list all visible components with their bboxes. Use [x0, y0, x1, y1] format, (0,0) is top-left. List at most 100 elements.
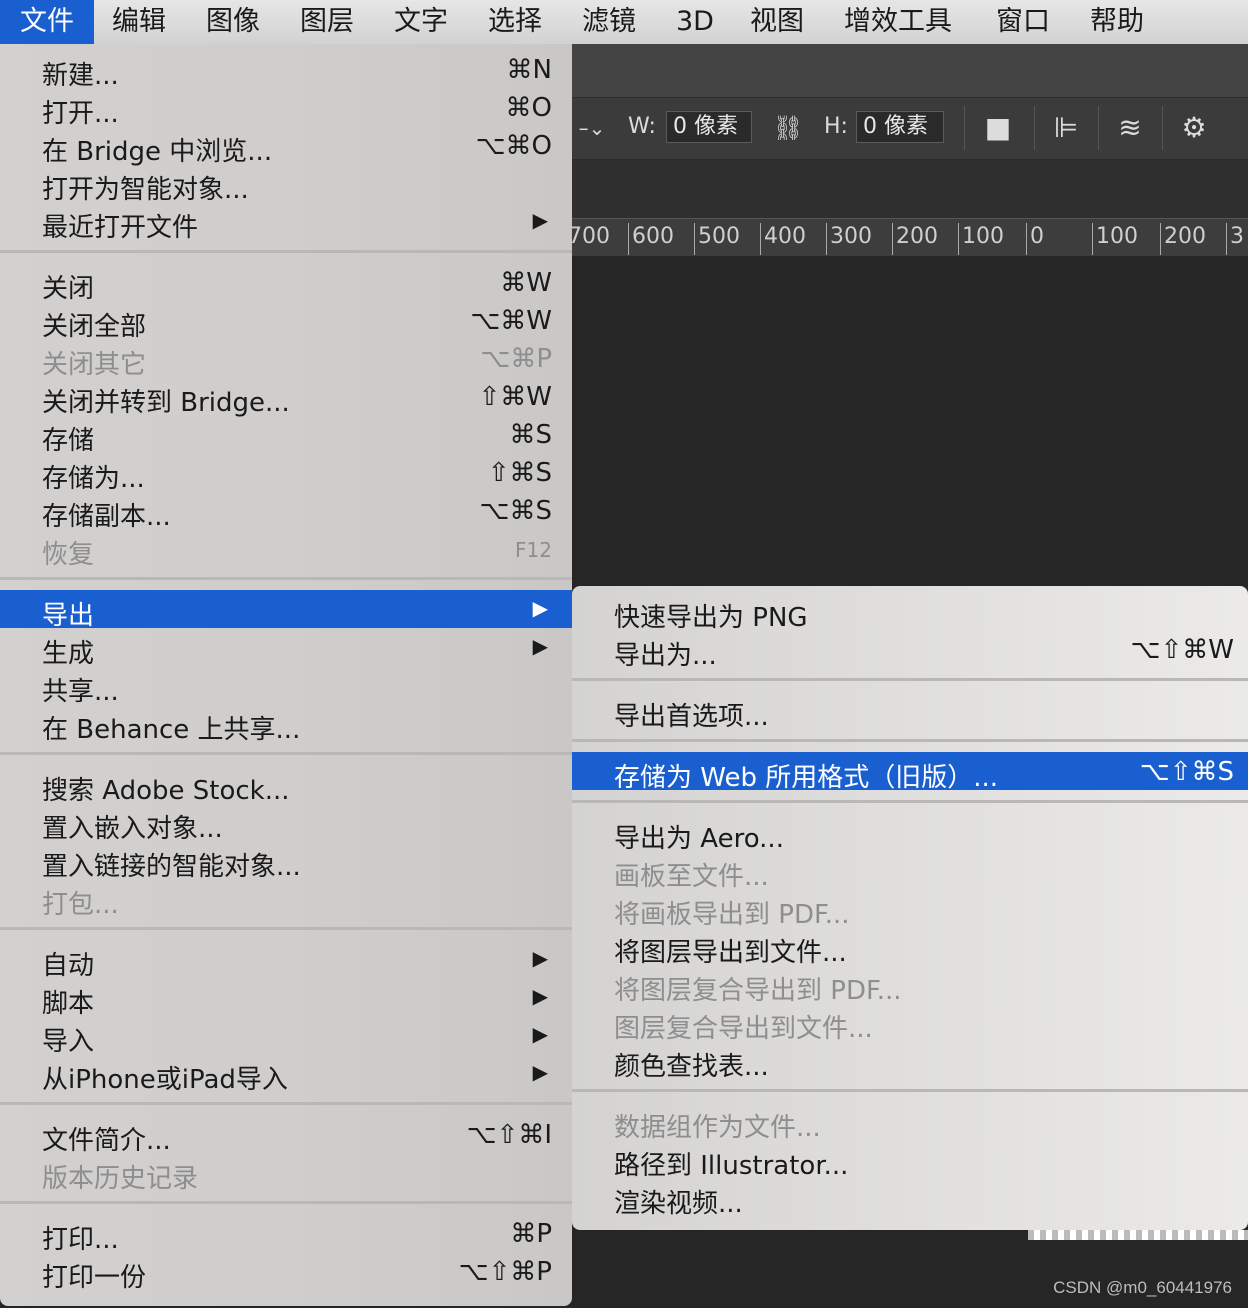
file_menu-item[interactable]: 在 Behance 上共享...	[0, 704, 572, 745]
file_menu-item-label: 存储为...	[42, 464, 145, 494]
height-label: H:	[824, 114, 848, 139]
export_menu-item[interactable]: 导出为... ⌥⇧⌘W	[572, 630, 1248, 671]
export_menu-item[interactable]: 快速导出为 PNG	[572, 592, 1248, 633]
file_menu-item-shortcut: ⌥⇧⌘I	[466, 1120, 552, 1150]
export_menu-item[interactable]: 颜色查找表...	[572, 1041, 1248, 1082]
export_menu-item[interactable]: 导出首选项...	[572, 691, 1248, 732]
menubar-window[interactable]: 窗口	[996, 0, 1050, 44]
ruler-tick: 500	[694, 223, 740, 255]
export_menu-item-label: 快速导出为 PNG	[614, 603, 808, 633]
menubar-help[interactable]: 帮助	[1090, 0, 1144, 44]
file_menu-item-shortcut: ⌘O	[505, 93, 552, 123]
file_menu-item[interactable]: 关闭 ⌘W	[0, 263, 572, 304]
file_menu-item[interactable]: 共享...	[0, 666, 572, 707]
export_menu-item-label: 画板至文件...	[614, 862, 769, 892]
file_menu-item[interactable]: 生成 ▶	[0, 628, 572, 669]
file_menu-item-label: 从iPhone或iPad导入	[42, 1065, 288, 1095]
chevron-right-icon: ▶	[532, 596, 548, 620]
file_menu-item-label: 版本历史记录	[42, 1164, 199, 1194]
menubar-file[interactable]: 文件	[0, 0, 94, 44]
export_menu-item-label: 颜色查找表...	[614, 1052, 769, 1082]
file_menu-item[interactable]: 置入链接的智能对象...	[0, 841, 572, 882]
menu-separator	[0, 752, 572, 755]
file_menu-item-label: 存储副本...	[42, 502, 171, 532]
file_menu-item[interactable]: 打开为智能对象...	[0, 164, 572, 205]
file_menu-item-label: 导入	[42, 1027, 95, 1057]
export_menu-item[interactable]: 将图层导出到文件...	[572, 927, 1248, 968]
menubar-edit[interactable]: 编辑	[112, 0, 166, 44]
menu-separator	[0, 927, 572, 930]
link-icon[interactable]: ⛓	[768, 108, 808, 148]
chevron-right-icon: ▶	[532, 946, 548, 970]
gear-icon[interactable]: ⚙	[1174, 108, 1214, 148]
file_menu-item-shortcut: ⌘S	[509, 420, 552, 450]
file_menu-item-label: 关闭全部	[42, 312, 147, 342]
file_menu-item-label: 打包...	[42, 890, 119, 920]
ruler-tick: 200	[1160, 223, 1206, 255]
path-arrangement-icon[interactable]: ≋	[1110, 108, 1150, 148]
file_menu-item[interactable]: 最近打开文件 ▶	[0, 202, 572, 243]
dropdown-chevron-icon[interactable]: –⌄	[572, 108, 612, 148]
export-submenu: 快速导出为 PNG 导出为... ⌥⇧⌘W 导出首选项... 存储为 Web 所用格式（…	[572, 586, 1248, 1230]
file_menu-item-label: 脚本	[42, 989, 95, 1019]
export_menu-item[interactable]: 存储为 Web 所用格式（旧版）... ⌥⇧⌘S	[572, 752, 1248, 793]
canvas-transparency	[1028, 1230, 1248, 1240]
file_menu-item-label: 置入链接的智能对象...	[42, 852, 301, 882]
menubar-filter[interactable]: 滤镜	[582, 0, 636, 44]
export_menu-item[interactable]: 导出为 Aero...	[572, 813, 1248, 854]
divider	[1162, 106, 1163, 150]
height-input[interactable]: 0 像素	[856, 111, 944, 143]
ruler-tick: 100	[1092, 223, 1138, 255]
file_menu-item[interactable]: 自动 ▶	[0, 940, 572, 981]
chevron-right-icon: ▶	[532, 634, 548, 658]
export_menu-item: 图层复合导出到文件...	[572, 1003, 1248, 1044]
menu-separator	[572, 739, 1248, 742]
file_menu-item[interactable]: 打开... ⌘O	[0, 88, 572, 129]
menubar-3d[interactable]: 3D	[676, 0, 714, 44]
export_menu-item-shortcut: ⌥⇧⌘S	[1139, 757, 1234, 787]
file_menu-item[interactable]: 存储副本... ⌥⌘S	[0, 491, 572, 532]
file_menu-item[interactable]: 打印... ⌘P	[0, 1214, 572, 1255]
width-input[interactable]: 0 像素	[666, 111, 752, 143]
menu-separator	[572, 678, 1248, 681]
menubar-layer[interactable]: 图层	[300, 0, 354, 44]
file_menu-item[interactable]: 存储为... ⇧⌘S	[0, 453, 572, 494]
file_menu-item[interactable]: 打印一份 ⌥⇧⌘P	[0, 1252, 572, 1293]
file_menu-item: 恢复 F12	[0, 529, 572, 570]
file_menu-item[interactable]: 在 Bridge 中浏览... ⌥⌘O	[0, 126, 572, 167]
menubar-view[interactable]: 视图	[750, 0, 804, 44]
document-tabs-area	[572, 160, 1248, 218]
file_menu-item[interactable]: 置入嵌入对象...	[0, 803, 572, 844]
file_menu-item[interactable]: 导入 ▶	[0, 1016, 572, 1057]
file_menu-item-label: 打印...	[42, 1225, 119, 1255]
file_menu-item[interactable]: 文件简介... ⌥⇧⌘I	[0, 1115, 572, 1156]
menubar-image[interactable]: 图像	[206, 0, 260, 44]
ruler-tick: 400	[760, 223, 806, 255]
menubar-select[interactable]: 选择	[488, 0, 542, 44]
file_menu-item[interactable]: 新建... ⌘N	[0, 50, 572, 91]
file_menu-item-label: 搜索 Adobe Stock...	[42, 776, 290, 806]
file_menu-item[interactable]: 脚本 ▶	[0, 978, 572, 1019]
file_menu-item: 关闭其它 ⌥⌘P	[0, 339, 572, 380]
menubar-type[interactable]: 文字	[394, 0, 448, 44]
file_menu-item[interactable]: 存储 ⌘S	[0, 415, 572, 456]
menu-separator	[572, 800, 1248, 803]
file_menu-item[interactable]: 从iPhone或iPad导入 ▶	[0, 1054, 572, 1095]
file_menu-item-label: 共享...	[42, 677, 119, 707]
file_menu-item[interactable]: 关闭全部 ⌥⌘W	[0, 301, 572, 342]
menu-separator	[0, 250, 572, 253]
file_menu-item-label: 恢复	[42, 540, 95, 570]
export_menu-item[interactable]: 渲染视频...	[572, 1178, 1248, 1219]
export_menu-item-label: 图层复合导出到文件...	[614, 1014, 873, 1044]
path-operations-icon[interactable]: ■	[978, 108, 1018, 148]
export_menu-item: 将图层复合导出到 PDF...	[572, 965, 1248, 1006]
ruler-tick: 300	[826, 223, 872, 255]
file-menu: 新建... ⌘N 打开... ⌘O 在 Bridge 中浏览... ⌥⌘O 打开为智能对象.…	[0, 44, 572, 1306]
file_menu-item[interactable]: 关闭并转到 Bridge... ⇧⌘W	[0, 377, 572, 418]
file_menu-item[interactable]: 导出 ▶	[0, 590, 572, 631]
path-alignment-icon[interactable]: ⊫	[1046, 108, 1086, 148]
export_menu-item[interactable]: 路径到 Illustrator...	[572, 1140, 1248, 1181]
file_menu-item-label: 自动	[42, 951, 95, 981]
file_menu-item[interactable]: 搜索 Adobe Stock...	[0, 765, 572, 806]
menubar-plugins[interactable]: 增效工具	[844, 0, 952, 44]
